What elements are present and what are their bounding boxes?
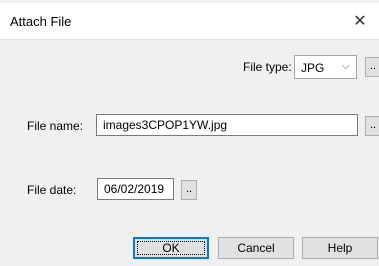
date-picker-button[interactable]: ..: [181, 180, 197, 200]
cancel-button[interactable]: Cancel: [218, 237, 294, 259]
file-date-field[interactable]: 06/02/2019: [97, 178, 174, 200]
title-bar[interactable]: Attach File ✕: [0, 3, 379, 39]
file-type-value: JPG: [301, 61, 325, 75]
ok-button[interactable]: OK: [133, 237, 209, 259]
ok-button-label: OK: [162, 241, 180, 255]
file-type-dropdown[interactable]: JPG ⌵: [294, 55, 357, 79]
file-name-field[interactable]: images3CPOP1YW.jpg: [96, 114, 358, 136]
file-name-label: File name:: [27, 119, 84, 133]
file-name-browse-button[interactable]: ..: [365, 116, 379, 136]
cancel-button-label: Cancel: [237, 241, 275, 255]
file-date-label: File date:: [27, 183, 77, 197]
help-button-label: Help: [327, 241, 353, 255]
dialog-body: File type: JPG ⌵ .. File name: images3CP…: [0, 39, 379, 266]
dialog-title: Attach File: [10, 14, 72, 29]
file-type-browse-button[interactable]: ..: [365, 57, 379, 77]
close-icon[interactable]: ✕: [345, 6, 375, 36]
help-button[interactable]: Help: [302, 237, 378, 259]
file-type-label: File type:: [243, 60, 292, 74]
chevron-down-icon: ⌵: [341, 60, 350, 72]
